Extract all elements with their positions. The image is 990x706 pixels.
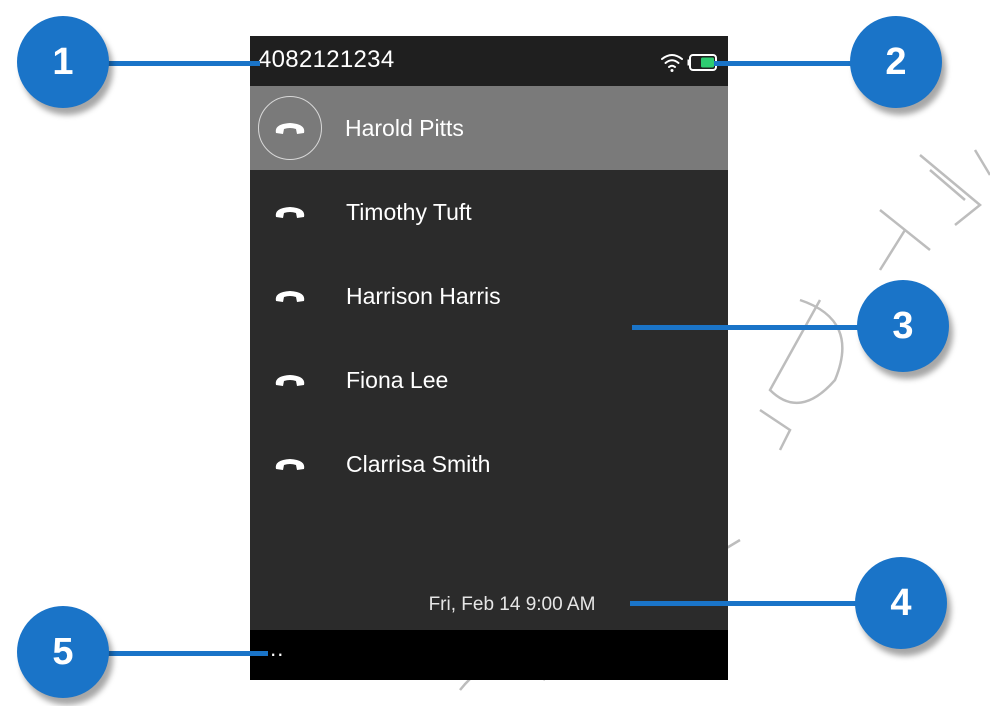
status-bar: 4082121234 bbox=[250, 36, 728, 86]
callout-4: 4 bbox=[855, 557, 947, 649]
line-number: 4082121234 bbox=[258, 46, 395, 73]
phone-hangup-icon bbox=[257, 263, 323, 329]
phone-hangup-icon bbox=[257, 179, 323, 245]
callout-4-leader bbox=[630, 601, 860, 606]
wifi-icon bbox=[661, 54, 683, 72]
callout-2-leader bbox=[714, 61, 864, 66]
call-item-label: Timothy Tuft bbox=[346, 198, 472, 225]
call-item-label: Harold Pitts bbox=[345, 114, 464, 141]
call-item-label: Harrison Harris bbox=[346, 282, 501, 309]
phone-hangup-icon bbox=[257, 347, 323, 413]
phone-hangup-icon bbox=[257, 431, 323, 497]
callout-5-leader bbox=[100, 651, 268, 656]
softkey-bar: ... bbox=[250, 630, 728, 680]
call-item-clarrisa-smith[interactable]: Clarrisa Smith bbox=[250, 422, 728, 506]
battery-icon bbox=[687, 54, 717, 71]
call-item-harold-pitts[interactable]: Harold Pitts bbox=[250, 86, 728, 170]
callout-3-leader bbox=[632, 325, 872, 330]
callout-3: 3 bbox=[857, 280, 949, 372]
callout-2: 2 bbox=[850, 16, 942, 108]
phone-screen: 4082121234 Harold Pitts Timothy Tuft Har… bbox=[250, 36, 728, 680]
call-item-label: Clarrisa Smith bbox=[346, 450, 491, 477]
status-icons bbox=[654, 50, 720, 74]
call-item-fiona-lee[interactable]: Fiona Lee bbox=[250, 338, 728, 422]
phone-hangup-icon bbox=[258, 96, 322, 160]
more-softkey[interactable]: ... bbox=[263, 636, 284, 662]
call-item-label: Fiona Lee bbox=[346, 366, 449, 393]
callout-1-leader bbox=[100, 61, 260, 66]
call-list: Harold Pitts Timothy Tuft Harrison Harri… bbox=[250, 86, 728, 506]
call-item-timothy-tuft[interactable]: Timothy Tuft bbox=[250, 170, 728, 254]
callout-1: 1 bbox=[17, 16, 109, 108]
callout-5: 5 bbox=[17, 606, 109, 698]
